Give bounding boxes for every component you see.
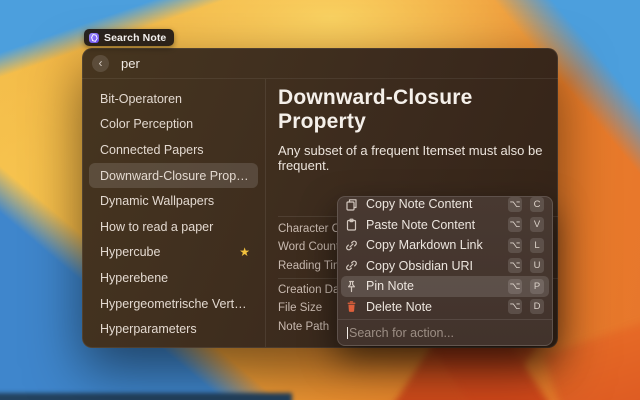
menu-item-paste-note-content[interactable]: Paste Note Content ⌥ V [341,215,549,236]
key-letter: U [530,258,544,273]
note-title: Downward-Closure Property [278,86,548,134]
key-letter: P [530,279,544,294]
star-icon: ★ [239,245,250,259]
key-option: ⌥ [508,258,522,273]
copy-icon [345,198,358,211]
key-option: ⌥ [508,238,522,253]
obsidian-logo-icon [89,33,99,43]
link-icon [345,259,358,272]
action-search-placeholder: Search for action... [349,326,454,340]
sidebar-item-color-perception[interactable]: Color Perception [89,112,258,138]
pin-icon [345,280,358,293]
sidebar-item-hypergeometrische-verteilung[interactable]: Hypergeometrische Verteilung [89,291,258,317]
note-list: Bit-Operatoren Color Perception Connecte… [82,79,266,347]
back-chevron-icon: ‹ [99,57,103,69]
search-bar[interactable]: ‹ per [82,48,558,79]
tooltip-label: Search Note [104,32,166,44]
app-tooltip: Search Note [84,29,174,46]
sidebar-item-downward-closure-property[interactable]: Downward-Closure Property [89,163,258,189]
key-letter: C [530,197,544,212]
sidebar-item-bit-operatoren[interactable]: Bit-Operatoren [89,86,258,112]
back-button[interactable]: ‹ [92,55,109,72]
sidebar-item-hypercube[interactable]: Hypercube ★ [89,240,258,266]
menu-item-copy-obsidian-uri[interactable]: Copy Obsidian URI ⌥ U [341,256,549,277]
wallpaper-stripe [0,393,292,400]
menu-item-copy-markdown-link[interactable]: Copy Markdown Link ⌥ L [341,235,549,256]
note-summary: Any subset of a frequent Itemset must al… [278,143,548,173]
sidebar-item-dynamic-wallpapers[interactable]: Dynamic Wallpapers [89,188,258,214]
key-option: ⌥ [508,299,522,314]
sidebar-item-hyperebene[interactable]: Hyperebene [89,265,258,291]
sidebar-item-connected-papers[interactable]: Connected Papers [89,137,258,163]
action-search-field[interactable]: Search for action... [338,320,552,345]
search-query[interactable]: per [121,56,140,71]
key-option: ⌥ [508,197,522,212]
key-letter: L [530,238,544,253]
menu-item-copy-note-content[interactable]: Copy Note Content ⌥ C [341,196,549,215]
menu-item-delete-note[interactable]: Delete Note ⌥ D [341,297,549,318]
link-icon [345,239,358,252]
paste-icon [345,218,358,231]
key-letter: D [530,299,544,314]
action-context-menu: Copy Note Content ⌥ C Paste Note Content… [337,196,553,346]
menu-item-pin-note[interactable]: Pin Note ⌥ P [341,276,549,297]
sidebar-item-how-to-read-a-paper[interactable]: How to read a paper [89,214,258,240]
key-option: ⌥ [508,217,522,232]
key-letter: V [530,217,544,232]
sidebar-item-hyperparameters[interactable]: Hyperparameters [89,316,258,342]
trash-icon [345,300,358,313]
text-caret [347,327,348,339]
key-option: ⌥ [508,279,522,294]
